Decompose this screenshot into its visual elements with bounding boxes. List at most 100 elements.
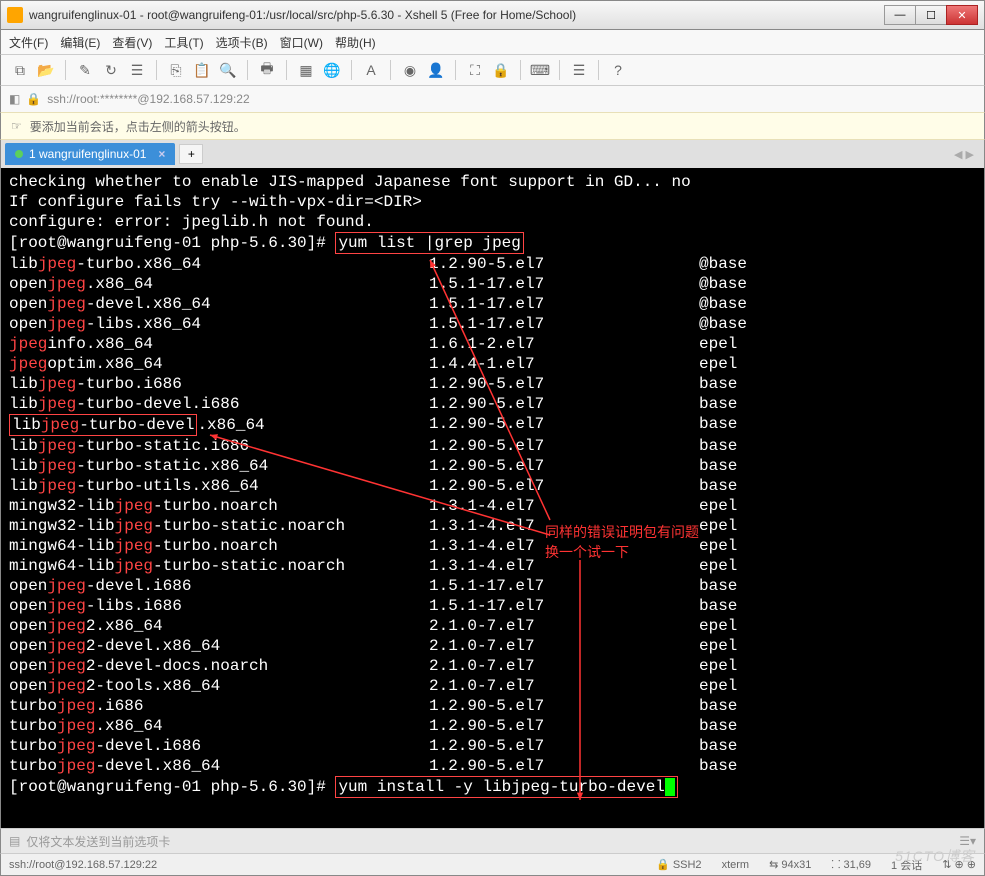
package-row: openjpeg-devel.x86_641.5.1-17.el7@base	[9, 294, 976, 314]
highlight-icon[interactable]: ✎	[74, 59, 96, 81]
package-row: openjpeg.x86_641.5.1-17.el7@base	[9, 274, 976, 294]
layout-icon[interactable]: ▦	[295, 59, 317, 81]
separator	[247, 60, 248, 80]
package-row: libjpeg-turbo.x86_641.2.90-5.el7@base	[9, 254, 976, 274]
package-row: openjpeg2.x86_642.1.0-7.el7epel	[9, 616, 976, 636]
terminal-line: configure: error: jpeglib.h not found.	[9, 212, 976, 232]
tabbar: 1 wangruifenglinux-01 × + ◀ ▶	[0, 140, 985, 168]
menubar: 文件(F) 编辑(E) 查看(V) 工具(T) 选项卡(B) 窗口(W) 帮助(…	[0, 30, 985, 54]
separator	[520, 60, 521, 80]
package-row: openjpeg2-devel.x86_642.1.0-7.el7epel	[9, 636, 976, 656]
titlebar: wangruifenglinux-01 - root@wangruifeng-0…	[0, 0, 985, 30]
menu-tools[interactable]: 工具(T)	[164, 34, 203, 51]
help-icon[interactable]: ?	[607, 59, 629, 81]
compose-icon: ▤	[9, 834, 20, 848]
properties-icon[interactable]: ☰	[126, 59, 148, 81]
package-row: openjpeg-libs.x86_641.5.1-17.el7@base	[9, 314, 976, 334]
package-highlight: libjpeg-turbo-devel	[9, 414, 197, 436]
menu-file[interactable]: 文件(F)	[9, 34, 48, 51]
addressbar: ◧ 🔒 ssh://root:********@192.168.57.129:2…	[0, 86, 985, 112]
separator	[156, 60, 157, 80]
package-row: openjpeg-devel.i6861.5.1-17.el7base	[9, 576, 976, 596]
window-controls: — ☐ ✕	[885, 5, 978, 25]
tab-nav-arrows[interactable]: ◀ ▶	[954, 148, 980, 161]
separator	[351, 60, 352, 80]
search-icon[interactable]: 🔍	[217, 59, 239, 81]
package-row: turbojpeg.i6861.2.90-5.el7base	[9, 696, 976, 716]
package-row: libjpeg-turbo.i6861.2.90-5.el7base	[9, 374, 976, 394]
package-row: turbojpeg-devel.x86_641.2.90-5.el7base	[9, 756, 976, 776]
lock-status-icon: 🔒	[26, 92, 41, 106]
command-highlight: yum install -y libjpeg-turbo-devel	[335, 776, 677, 798]
add-button-icon[interactable]: ◧	[9, 92, 20, 106]
keyboard-icon[interactable]: ⌨	[529, 59, 551, 81]
session-tab[interactable]: 1 wangruifenglinux-01 ×	[5, 143, 175, 165]
status-conn: ssh://root@192.168.57.129:22	[9, 859, 157, 871]
separator	[65, 60, 66, 80]
terminal-line: [root@wangruifeng-01 php-5.6.30]# yum li…	[9, 232, 976, 254]
menu-window[interactable]: 窗口(W)	[280, 34, 323, 51]
status-term: xterm	[722, 859, 750, 871]
package-row: mingw32-libjpeg-turbo-static.noarch1.3.1…	[9, 516, 976, 536]
watermark: 51CTO博客	[895, 846, 975, 866]
tab-label: 1 wangruifenglinux-01	[29, 147, 146, 161]
tab-close-icon[interactable]: ×	[158, 147, 165, 161]
status-pos: ⸬ 31,69	[831, 857, 871, 872]
paste-icon[interactable]: 📋	[191, 59, 213, 81]
open-folder-icon[interactable]: 📂	[35, 59, 57, 81]
lock-icon[interactable]: 🔒	[490, 59, 512, 81]
cursor	[665, 778, 675, 796]
terminal-line: checking whether to enable JIS-mapped Ja…	[9, 172, 976, 192]
separator	[390, 60, 391, 80]
package-row: mingw64-libjpeg-turbo-static.noarch1.3.1…	[9, 556, 976, 576]
close-button[interactable]: ✕	[946, 5, 978, 25]
window-title: wangruifenglinux-01 - root@wangruifeng-0…	[29, 8, 885, 22]
terminal-line: If configure fails try --with-vpx-dir=<D…	[9, 192, 976, 212]
fullscreen-icon[interactable]: ⛶	[464, 59, 486, 81]
address-url[interactable]: ssh://root:********@192.168.57.129:22	[47, 92, 249, 106]
package-row: libjpeg-turbo-static.x86_641.2.90-5.el7b…	[9, 456, 976, 476]
compose-bar[interactable]: ▤ 仅将文本发送到当前选项卡 ☰▾	[0, 828, 985, 854]
status-ssh: 🔒 SSH2	[656, 858, 702, 871]
package-row: openjpeg2-tools.x86_642.1.0-7.el7epel	[9, 676, 976, 696]
package-row: libjpeg-turbo-devel.i6861.2.90-5.el7base	[9, 394, 976, 414]
print-icon[interactable]: 🖶	[256, 59, 278, 81]
separator	[455, 60, 456, 80]
arrow-add-icon[interactable]: ☞	[11, 119, 22, 133]
status-size: ⇆ 94x31	[769, 858, 811, 871]
separator	[598, 60, 599, 80]
reconnect-icon[interactable]: ↻	[100, 59, 122, 81]
app-icon	[7, 7, 23, 23]
info-text: 要添加当前会话，点击左侧的箭头按钮。	[30, 118, 246, 135]
copy-icon[interactable]: ⎘	[165, 59, 187, 81]
font-icon[interactable]: A	[360, 59, 382, 81]
package-row: libjpeg-turbo-utils.x86_641.2.90-5.el7ba…	[9, 476, 976, 496]
menu-tabs[interactable]: 选项卡(B)	[216, 34, 268, 51]
terminal[interactable]: checking whether to enable JIS-mapped Ja…	[0, 168, 985, 828]
package-row: openjpeg2-devel-docs.noarch2.1.0-7.el7ep…	[9, 656, 976, 676]
toolbar: ⧉ 📂 ✎ ↻ ☰ ⎘ 📋 🔍 🖶 ▦ 🌐 A ◉ 👤 ⛶ 🔒 ⌨ ☰ ?	[0, 54, 985, 86]
package-row: mingw32-libjpeg-turbo.noarch1.3.1-4.el7e…	[9, 496, 976, 516]
maximize-button[interactable]: ☐	[915, 5, 947, 25]
list-icon[interactable]: ☰	[568, 59, 590, 81]
separator	[286, 60, 287, 80]
package-row: mingw64-libjpeg-turbo.noarch1.3.1-4.el7e…	[9, 536, 976, 556]
menu-edit[interactable]: 编辑(E)	[60, 34, 100, 51]
menu-view[interactable]: 查看(V)	[112, 34, 152, 51]
separator	[559, 60, 560, 80]
package-row: openjpeg-libs.i6861.5.1-17.el7base	[9, 596, 976, 616]
dashboard-icon[interactable]: ◉	[399, 59, 421, 81]
statusbar: ssh://root@192.168.57.129:22 🔒 SSH2 xter…	[0, 854, 985, 876]
package-row: jpegoptim.x86_641.4.4-1.el7epel	[9, 354, 976, 374]
globe-icon[interactable]: 🌐	[321, 59, 343, 81]
package-row: libjpeg-turbo-devel.x86_641.2.90-5.el7ba…	[9, 414, 976, 436]
command-highlight: yum list |grep jpeg	[335, 232, 523, 254]
user-icon[interactable]: 👤	[425, 59, 447, 81]
compose-placeholder: 仅将文本发送到当前选项卡	[26, 833, 170, 850]
minimize-button[interactable]: —	[884, 5, 916, 25]
new-tab-icon[interactable]: ⧉	[9, 59, 31, 81]
package-row: jpeginfo.x86_641.6.1-2.el7epel	[9, 334, 976, 354]
menu-help[interactable]: 帮助(H)	[335, 34, 376, 51]
status-dot-icon	[15, 150, 23, 158]
add-tab-button[interactable]: +	[179, 144, 203, 164]
